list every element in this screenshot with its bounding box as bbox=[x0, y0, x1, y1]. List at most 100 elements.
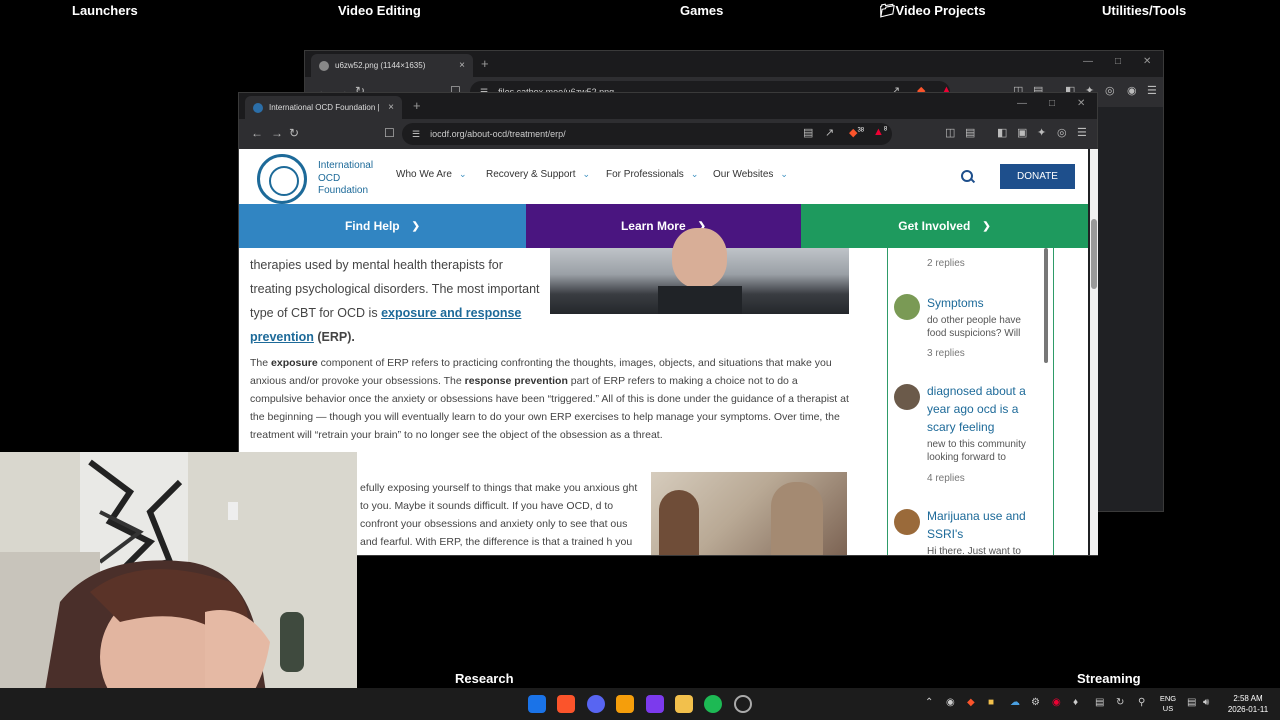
leo-icon[interactable]: ✦ bbox=[1037, 126, 1046, 139]
nav-our-websites[interactable]: Our Websites ⌄ bbox=[713, 169, 788, 180]
post-title[interactable]: Marijuana use and SSRI's bbox=[927, 507, 1039, 543]
desktop-folder-launchers[interactable]: Launchers bbox=[72, 3, 138, 18]
menu-icon[interactable]: ☰ bbox=[1077, 126, 1087, 139]
brave-shield-icon[interactable]: ◆38 bbox=[849, 126, 864, 139]
site-header: International OCD Foundation Who We Are ⌄… bbox=[239, 149, 1088, 204]
share-icon[interactable]: ↗ bbox=[825, 126, 834, 139]
back-window-controls: — □ ✕ bbox=[1083, 56, 1151, 67]
app-tray-icon[interactable]: ■ bbox=[988, 697, 994, 708]
close-icon[interactable]: ✕ bbox=[1143, 56, 1151, 67]
community-post[interactable]: diagnosed about a year ago ocd is a scar… bbox=[888, 382, 1048, 492]
community-post[interactable]: 2 replies bbox=[888, 248, 1048, 278]
reader-mode-icon[interactable]: ▤ bbox=[803, 126, 813, 139]
wallet-icon[interactable]: ▤ bbox=[965, 126, 975, 139]
band-find-help[interactable]: Find Help ❯ bbox=[239, 204, 526, 248]
media-taskbar-icon[interactable] bbox=[616, 695, 634, 713]
front-tab-title: International OCD Foundation | E bbox=[269, 103, 383, 112]
community-post[interactable]: Symptoms do other people have food suspi… bbox=[888, 290, 1048, 360]
system-clock[interactable]: 2:58 AM 2026-01-11 bbox=[1221, 693, 1275, 715]
cloud-tray-icon[interactable]: ☁ bbox=[1010, 697, 1020, 708]
menu-icon[interactable]: ☰ bbox=[1147, 84, 1157, 97]
spotify-taskbar-icon[interactable] bbox=[704, 695, 722, 713]
discord-taskbar-icon[interactable] bbox=[587, 695, 605, 713]
network-icon[interactable]: ▤ bbox=[1187, 697, 1196, 708]
minimize-icon[interactable]: — bbox=[1017, 98, 1027, 109]
chevron-down-icon: ⌄ bbox=[690, 169, 699, 179]
volume-icon[interactable]: 🔊︎ bbox=[1203, 697, 1209, 708]
front-tab-close-icon[interactable]: × bbox=[388, 102, 394, 113]
donate-button[interactable]: DONATE bbox=[1000, 164, 1075, 189]
logo-text[interactable]: International OCD Foundation bbox=[318, 160, 384, 198]
brave-taskbar-icon[interactable] bbox=[557, 695, 575, 713]
obsidian-taskbar-icon[interactable] bbox=[646, 695, 664, 713]
sidebar-scrollbar[interactable] bbox=[1044, 248, 1048, 363]
brave-rewards-icon[interactable]: ▲8 bbox=[873, 126, 887, 138]
webpage-viewport[interactable]: International OCD Foundation Who We Are ⌄… bbox=[239, 149, 1088, 555]
nav-who-we-are[interactable]: Who We Are ⌄ bbox=[396, 169, 467, 180]
post-title[interactable]: Symptoms bbox=[927, 294, 1039, 312]
vpn-icon[interactable]: ◎ bbox=[1057, 126, 1067, 139]
maximize-icon[interactable]: □ bbox=[1049, 98, 1055, 109]
rewards-count-badge: 8 bbox=[883, 126, 888, 133]
nav-for-professionals[interactable]: For Professionals ⌄ bbox=[606, 169, 698, 180]
desktop-folder-research[interactable]: Research bbox=[455, 671, 514, 686]
back-tab-image[interactable]: u6zw52.png (1144×1635) × bbox=[311, 54, 473, 77]
post-title[interactable]: diagnosed about a year ago ocd is a scar… bbox=[927, 382, 1039, 436]
search-icon[interactable] bbox=[961, 170, 973, 182]
desktop-folder-video-projects[interactable]: 📁︎Video Projects bbox=[879, 3, 986, 19]
maximize-icon[interactable]: □ bbox=[1115, 56, 1121, 67]
vpn-icon[interactable]: ◎ bbox=[1105, 84, 1115, 97]
avatar bbox=[894, 384, 920, 410]
extensions-icon[interactable]: ◫ bbox=[945, 126, 955, 139]
tray-overflow-icon[interactable]: ⌃ bbox=[925, 697, 933, 708]
files-taskbar-icon[interactable] bbox=[675, 695, 693, 713]
front-browser-window[interactable]: International OCD Foundation | E × + — □… bbox=[238, 92, 1098, 556]
band-get-involved[interactable]: Get Involved ❯ bbox=[801, 204, 1088, 248]
therapy-session-photo bbox=[651, 472, 847, 555]
settings-taskbar-icon[interactable] bbox=[734, 695, 752, 713]
bookmark-icon[interactable]: ☐ bbox=[384, 126, 395, 140]
forward-arrow-icon[interactable]: → bbox=[271, 126, 283, 140]
chevron-down-icon: ⌄ bbox=[458, 169, 467, 179]
language-indicator[interactable]: ENG US bbox=[1157, 694, 1179, 714]
page-scrollbar[interactable] bbox=[1090, 149, 1098, 555]
tool-tray-icon[interactable]: ♦ bbox=[1073, 697, 1078, 708]
band-learn-more[interactable]: Learn More ❯ bbox=[526, 204, 801, 248]
therapist-photo bbox=[550, 228, 849, 314]
front-new-tab-button[interactable]: + bbox=[413, 98, 421, 113]
chevron-down-icon: ❯ bbox=[411, 220, 421, 232]
sidebar-icon[interactable]: ◧ bbox=[997, 126, 1007, 139]
front-address-bar[interactable]: ☰ iocdf.org/about-ocd/treatment/erp/ bbox=[402, 123, 892, 145]
shield-count-badge: 38 bbox=[857, 127, 865, 134]
front-toolbar: ← → ↻ ☐ ☰ iocdf.org/about-ocd/treatment/e… bbox=[239, 119, 1097, 149]
profile-icon[interactable]: ◉ bbox=[1127, 84, 1137, 97]
desktop-folder-games[interactable]: Games bbox=[680, 3, 723, 18]
sync-tray-icon[interactable]: ↻ bbox=[1116, 697, 1124, 708]
record-tray-icon[interactable]: ◉ bbox=[1052, 697, 1061, 708]
article-paragraph-exposure: The exposure component of ERP refers to … bbox=[250, 357, 849, 441]
iocdf-logo-icon[interactable] bbox=[257, 154, 307, 204]
nav-recovery-support[interactable]: Recovery & Support ⌄ bbox=[486, 169, 590, 180]
wallet2-icon[interactable]: ▣ bbox=[1017, 126, 1027, 139]
steam-tray-icon[interactable]: ◉ bbox=[946, 697, 955, 708]
site-info-icon[interactable]: ☰ bbox=[412, 129, 420, 140]
back-tab-close-icon[interactable]: × bbox=[459, 60, 465, 71]
reload-icon[interactable]: ↻ bbox=[289, 126, 299, 140]
scrollbar-thumb[interactable] bbox=[1091, 219, 1097, 289]
brave-tray-icon[interactable]: ◆ bbox=[967, 697, 975, 708]
gear-tray-icon[interactable]: ⚙ bbox=[1031, 697, 1040, 708]
minimize-icon[interactable]: — bbox=[1083, 56, 1093, 67]
font-tray-icon[interactable]: ▤ bbox=[1095, 697, 1104, 708]
microphone-icon[interactable]: ⚲ bbox=[1138, 697, 1145, 708]
back-new-tab-button[interactable]: + bbox=[481, 56, 489, 71]
front-tab-iocdf[interactable]: International OCD Foundation | E × bbox=[245, 96, 402, 119]
taskbar: ⌃ ◉ ◆ ■ ☁ ⚙ ◉ ♦ ▤ ↻ ⚲ ENG US ▤ 🔊︎ 2:58 AM… bbox=[0, 688, 1280, 720]
start-icon[interactable] bbox=[528, 695, 546, 713]
back-arrow-icon[interactable]: ← bbox=[251, 126, 263, 140]
close-icon[interactable]: ✕ bbox=[1077, 98, 1085, 109]
desktop-folder-utilities[interactable]: Utilities/Tools bbox=[1102, 3, 1186, 18]
front-url-text: iocdf.org/about-ocd/treatment/erp/ bbox=[430, 129, 566, 139]
desktop-folder-streaming[interactable]: Streaming bbox=[1077, 671, 1141, 686]
community-post[interactable]: Marijuana use and SSRI's Hi there. Just … bbox=[888, 507, 1048, 555]
desktop-folder-video-editing[interactable]: Video Editing bbox=[338, 3, 421, 18]
